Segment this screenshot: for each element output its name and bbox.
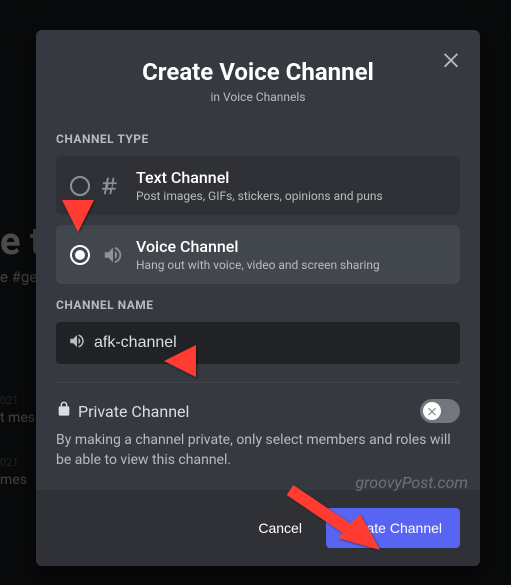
close-button[interactable]	[440, 48, 462, 74]
channel-name-label: CHANNEL NAME	[36, 298, 480, 312]
private-channel-label: Private Channel	[78, 402, 189, 421]
toggle-knob	[423, 402, 441, 420]
option-text-channel[interactable]: Text Channel Post images, GIFs, stickers…	[56, 156, 460, 215]
option-voice-channel[interactable]: Voice Channel Hang out with voice, video…	[56, 225, 460, 284]
option-title: Text Channel	[136, 168, 446, 187]
private-toggle[interactable]	[420, 399, 460, 423]
channel-name-input-wrap	[56, 322, 460, 364]
speaker-icon	[68, 332, 86, 354]
modal-title: Create Voice Channel	[56, 58, 460, 86]
close-icon	[440, 48, 462, 70]
radio-unselected	[70, 176, 90, 196]
divider	[56, 382, 460, 383]
modal-footer: Cancel Create Channel	[36, 490, 480, 566]
x-icon	[426, 405, 438, 417]
create-channel-modal: Create Voice Channel in Voice Channels C…	[36, 30, 480, 566]
option-desc: Post images, GIFs, stickers, opinions an…	[136, 189, 446, 203]
channel-name-input[interactable]	[56, 322, 460, 364]
radio-selected	[70, 245, 90, 265]
option-desc: Hang out with voice, video and screen sh…	[136, 258, 446, 272]
create-channel-button[interactable]: Create Channel	[326, 508, 460, 548]
lock-icon	[56, 401, 72, 421]
private-channel-label-group: Private Channel	[56, 401, 189, 421]
private-channel-desc: By making a channel private, only select…	[36, 423, 480, 490]
channel-type-options: Text Channel Post images, GIFs, stickers…	[36, 156, 480, 284]
channel-type-label: CHANNEL TYPE	[36, 132, 480, 146]
option-text: Text Channel Post images, GIFs, stickers…	[136, 168, 446, 203]
option-title: Voice Channel	[136, 237, 446, 256]
cancel-button[interactable]: Cancel	[250, 510, 310, 546]
option-text: Voice Channel Hang out with voice, video…	[136, 237, 446, 272]
speaker-icon	[102, 244, 124, 266]
hash-icon	[102, 175, 124, 197]
modal-subtitle: in Voice Channels	[56, 90, 460, 104]
modal-header: Create Voice Channel in Voice Channels	[36, 30, 480, 118]
private-channel-row: Private Channel	[36, 399, 480, 423]
